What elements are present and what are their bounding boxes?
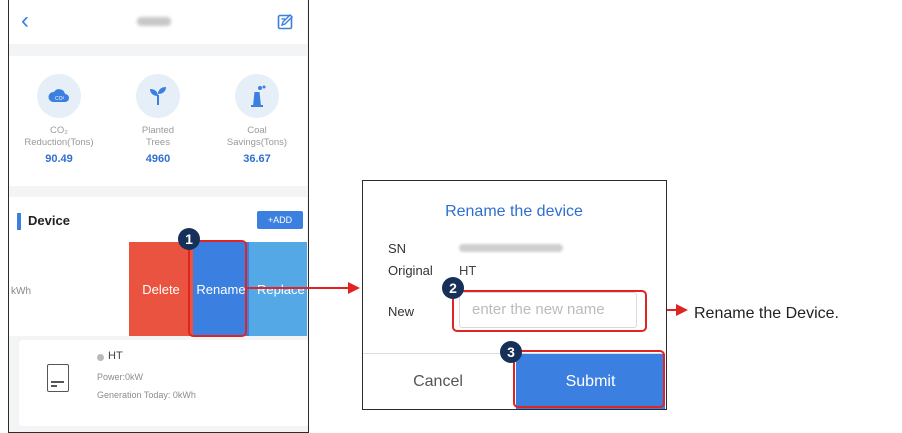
arrow-head [348,282,360,294]
cancel-button[interactable]: Cancel [363,354,513,409]
dialog-title: Rename the device [445,203,583,220]
instruction-label: Rename the Device. [694,305,839,322]
input-highlight [452,290,647,332]
step-badge-3: 3 [500,341,522,363]
original-label: Original [388,263,433,278]
submit-highlight [513,350,665,408]
step-badge-2: 2 [442,277,464,299]
arrow-head [676,304,688,316]
sn-label: SN [388,241,407,256]
sn-value-redacted [459,244,563,252]
original-value: HT [459,263,477,278]
new-label: New [388,304,415,319]
